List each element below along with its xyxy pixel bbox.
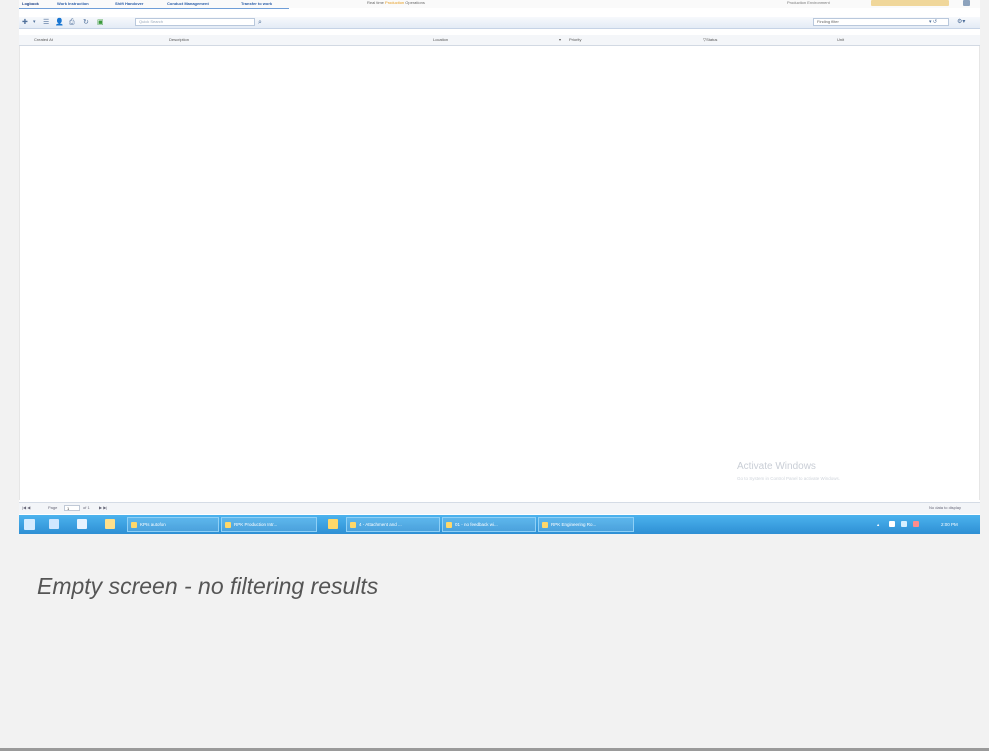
- page-number-input[interactable]: 1: [64, 505, 80, 511]
- taskbar-item-attachment[interactable]: 4 - Attachment and ...: [346, 517, 440, 532]
- app-icon: [350, 522, 356, 528]
- pager-prev-buttons[interactable]: |◀ ◀: [22, 505, 30, 511]
- export-icon[interactable]: ▣: [97, 19, 104, 26]
- empty-results-grid: [19, 46, 980, 500]
- app-title-accent: Production: [385, 0, 405, 5]
- settings-icon[interactable]: ⚙▾: [957, 19, 965, 26]
- help-icon[interactable]: [963, 0, 970, 6]
- user-menu[interactable]: [871, 0, 949, 6]
- app-title-left: Real time: [367, 0, 384, 5]
- column-header-unit[interactable]: Unit: [837, 37, 844, 43]
- app-title-right: Operations: [405, 0, 425, 5]
- column-header-status[interactable]: ▽Status: [703, 37, 717, 43]
- column-header-description[interactable]: Description: [169, 37, 189, 43]
- list-icon[interactable]: ☰: [43, 19, 49, 26]
- user-icon[interactable]: 👤: [55, 19, 64, 26]
- taskbar-item-kpis[interactable]: KPIs autofon: [127, 517, 219, 532]
- pager-next-buttons[interactable]: ▶ ▶|: [99, 505, 107, 511]
- taskbar-item-label: 01 - no feedback wi...: [455, 522, 498, 527]
- tab-work-instruction[interactable]: Work Instruction: [57, 0, 89, 8]
- add-icon[interactable]: ✚: [22, 19, 28, 26]
- dropdown-arrow-icon[interactable]: ▾: [33, 19, 36, 26]
- taskbar-clock[interactable]: 2:00 PM: [941, 521, 958, 528]
- activation-watermark-subtitle: Go to System in Control Panel to activat…: [737, 476, 841, 481]
- search-icon[interactable]: ⌕: [258, 19, 262, 26]
- environment-label: Production Environment: [787, 0, 830, 5]
- taskbar-item-label: 4 - Attachment and ...: [359, 522, 402, 527]
- taskbar-item-label: KPIs autofon: [140, 522, 166, 527]
- column-header-priority[interactable]: Priority: [569, 37, 581, 43]
- pager-of-label: of 1: [83, 505, 90, 510]
- powershell-icon[interactable]: [77, 519, 87, 529]
- figure-caption: Empty screen - no filtering results: [37, 573, 379, 599]
- top-navigation-bar: Logbook Work Instruction Shift Handover …: [19, 0, 980, 9]
- grid-header: Created At Description Location ▾ Priori…: [19, 35, 980, 46]
- print-icon[interactable]: ⎙: [69, 19, 75, 26]
- grid-toolbar: ✚ ▾ ☰ 👤 ⎙ ↻ ▣ Quick Search ⌕ Finding fil…: [19, 17, 980, 29]
- volume-icon[interactable]: [901, 521, 907, 527]
- tab-shift-handover[interactable]: Shift Handover: [115, 0, 143, 8]
- tab-transfer-to-work[interactable]: Transfer to work: [241, 0, 272, 8]
- pagination-bar: |◀ ◀ Page 1 of 1 ▶ ▶| No data to display: [19, 502, 980, 514]
- sort-arrow-icon: ▾: [559, 37, 562, 42]
- activation-watermark-title: Activate Windows: [737, 461, 816, 472]
- network-icon[interactable]: [889, 521, 895, 527]
- explorer-icon[interactable]: [49, 519, 59, 529]
- start-button-icon[interactable]: [24, 519, 35, 530]
- app-screenshot: Logbook Work Instruction Shift Handover …: [19, 0, 980, 534]
- taskbar-item-label: RPK Engineering Ro...: [551, 522, 597, 527]
- column-header-status-label: Status: [706, 37, 718, 42]
- app-icon: [446, 522, 452, 528]
- action-center-icon[interactable]: [913, 521, 919, 527]
- pinned-app-icon[interactable]: [328, 519, 338, 529]
- app-icon: [131, 522, 137, 528]
- pager-page-label: Page: [48, 505, 58, 510]
- quick-search-input[interactable]: Quick Search: [135, 18, 255, 26]
- filter-controls[interactable]: ▾ ↺: [929, 19, 937, 26]
- taskbar-item-label: RPK Production Intr...: [234, 522, 278, 527]
- tray-arrow-icon[interactable]: ▴: [877, 521, 879, 528]
- column-header-created-at[interactable]: Created At: [34, 37, 53, 43]
- app-icon: [225, 522, 231, 528]
- taskbar-item-rpk-engineering[interactable]: RPK Engineering Ro...: [538, 517, 634, 532]
- tab-underline: [19, 8, 289, 9]
- tab-conduct-management[interactable]: Conduct Management: [167, 0, 209, 8]
- app-icon: [542, 522, 548, 528]
- app-title: Real time Production Operations: [367, 0, 425, 5]
- windows-taskbar: KPIs autofon RPK Production Intr... 4 - …: [19, 515, 980, 534]
- folder-icon[interactable]: [105, 519, 115, 529]
- pager-status: No data to display: [929, 505, 962, 510]
- taskbar-item-no-feedback[interactable]: 01 - no feedback wi...: [442, 517, 536, 532]
- taskbar-item-rpk-production[interactable]: RPK Production Intr...: [221, 517, 317, 532]
- refresh-icon[interactable]: ↻: [83, 19, 89, 26]
- column-header-location[interactable]: Location: [433, 37, 448, 43]
